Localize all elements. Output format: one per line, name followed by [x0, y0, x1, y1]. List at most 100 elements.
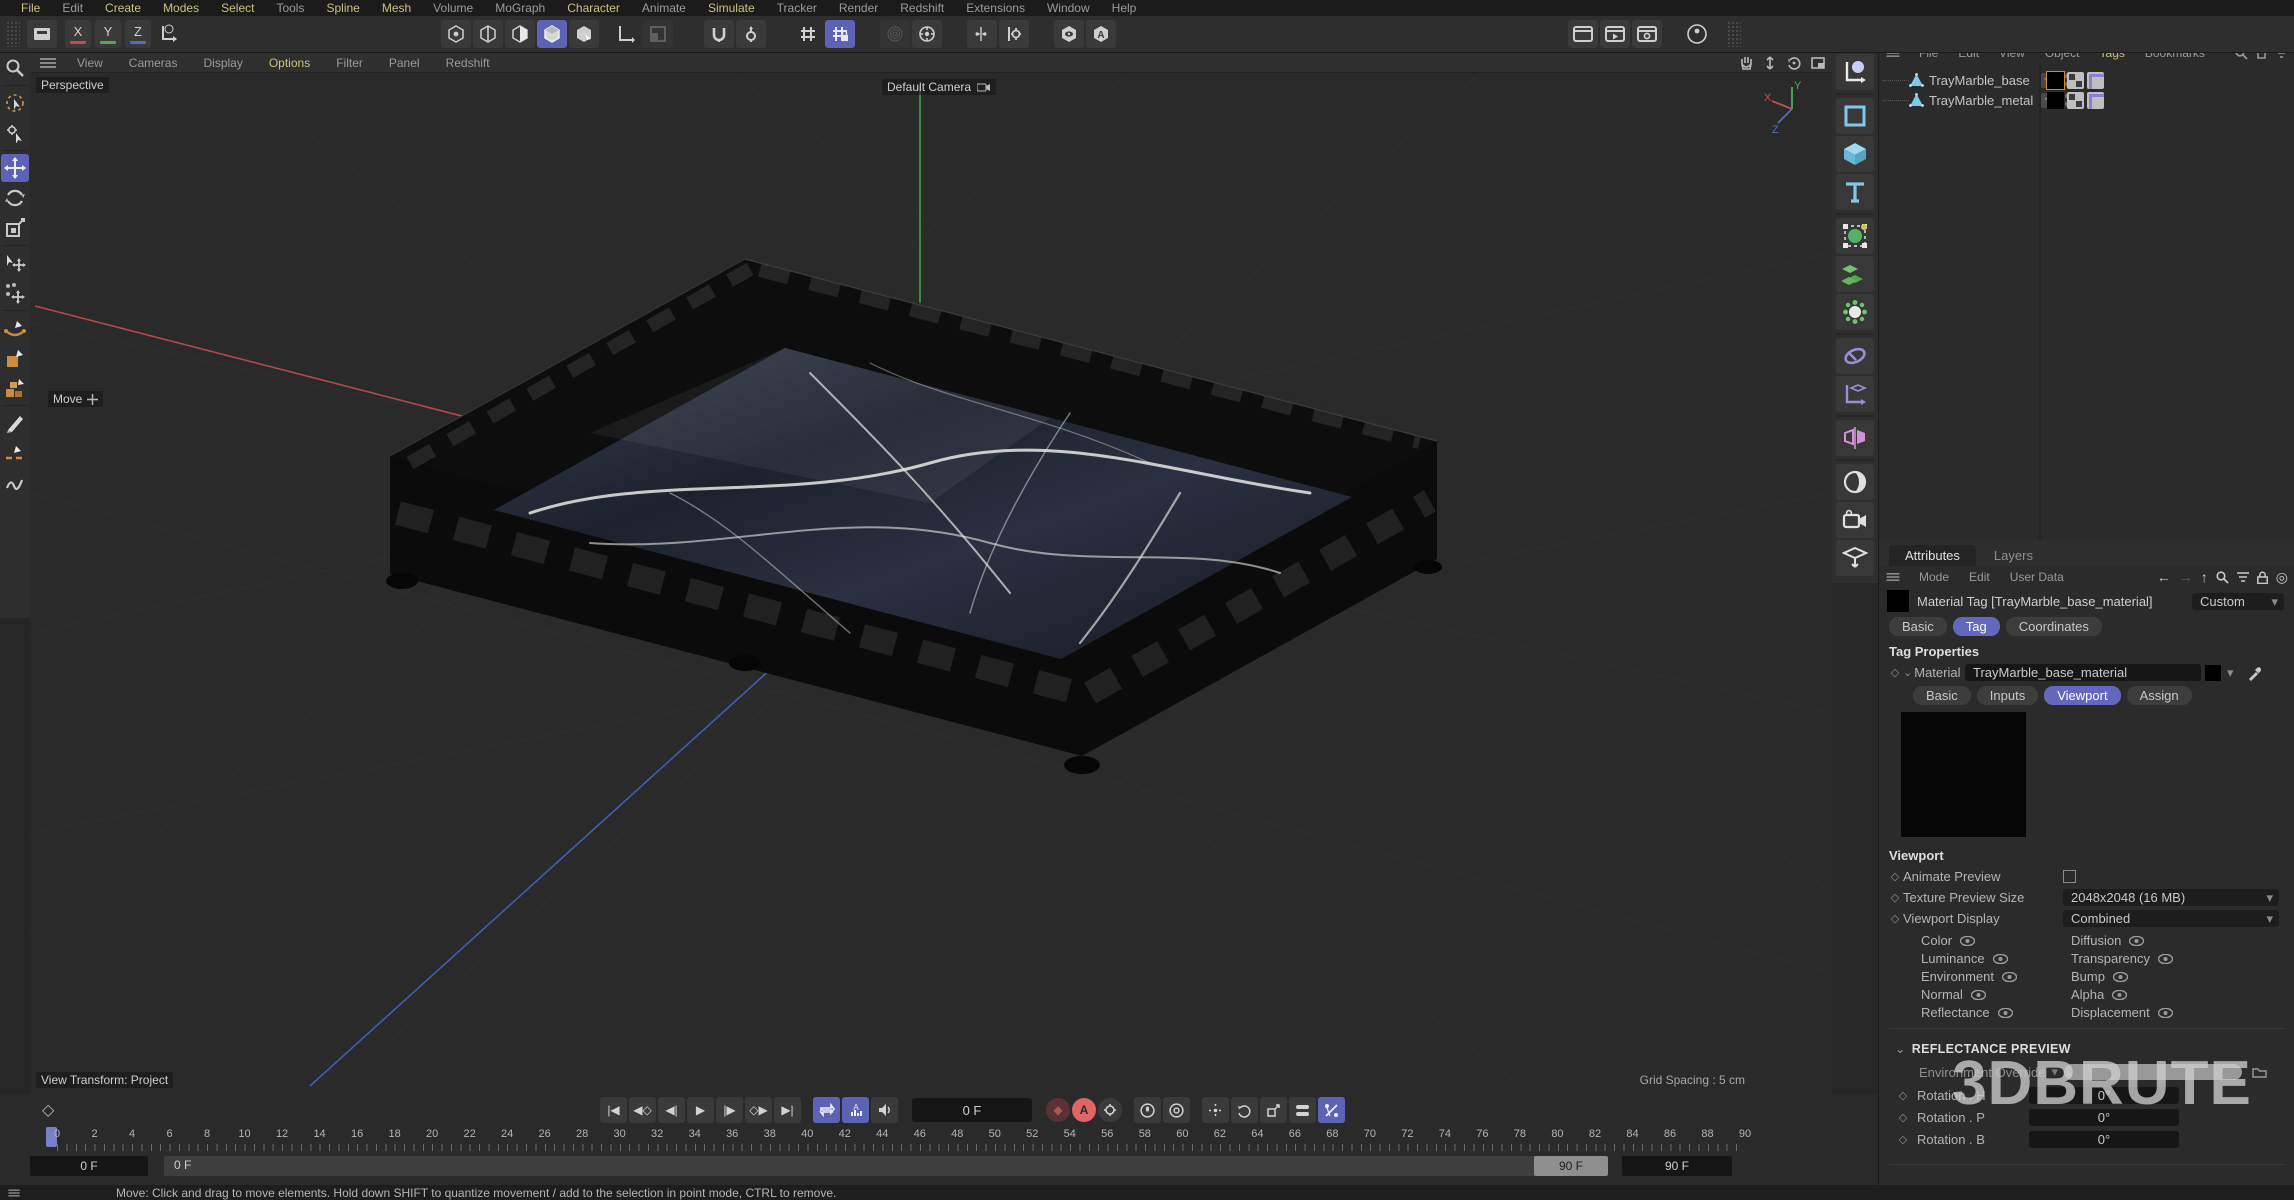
fields-icon[interactable]	[1836, 294, 1874, 330]
timeline-ruler[interactable]: 0246810121416182022242628303234363840424…	[0, 1126, 1878, 1154]
object-row-traymarble-metal[interactable]: TrayMarble_metal	[1879, 90, 2294, 110]
rotate-tool-icon[interactable]	[1, 184, 29, 212]
record-pla-toggle[interactable]	[1318, 1097, 1345, 1123]
tweak-tool-icon[interactable]	[1, 119, 29, 147]
menu-simulate[interactable]: Simulate	[697, 0, 766, 16]
range-end-field[interactable]: 90 F	[1622, 1156, 1732, 1176]
next-key-button[interactable]: ◇▶	[745, 1097, 772, 1123]
interactive-render-icon[interactable]	[1682, 20, 1712, 48]
save-icon[interactable]	[27, 20, 57, 48]
current-frame-field[interactable]: 0 F	[912, 1098, 1032, 1122]
live-selection-tool-icon[interactable]	[1, 89, 29, 117]
folder-icon[interactable]	[2252, 1066, 2267, 1078]
prev-key-button[interactable]: ◀◇	[629, 1097, 656, 1123]
eye-icon[interactable]	[1971, 990, 1986, 1000]
menu-character[interactable]: Character	[556, 0, 631, 16]
tab-mat-assign[interactable]: Assign	[2127, 686, 2192, 705]
dolly-view-icon[interactable]	[1760, 55, 1780, 71]
parent-up-icon[interactable]: ↑	[2201, 569, 2208, 585]
keyframe-diamond-icon[interactable]: ◇	[1887, 666, 1903, 679]
points-mode-icon[interactable]	[441, 20, 471, 48]
sky-object-icon[interactable]	[1836, 464, 1874, 500]
axis-lock-y-button[interactable]: Y	[95, 20, 121, 48]
material-preview[interactable]	[1901, 712, 2026, 837]
eye-icon[interactable]	[2158, 1008, 2173, 1018]
viewport-display-dropdown[interactable]: Combined	[2063, 910, 2279, 927]
object-name[interactable]: TrayMarble_base	[1929, 73, 2037, 88]
tab-basic[interactable]: Basic	[1889, 617, 1947, 636]
menu-modes[interactable]: Modes	[152, 0, 210, 16]
tab-mat-viewport[interactable]: Viewport	[2044, 686, 2120, 705]
eyedropper-icon[interactable]	[2247, 665, 2263, 681]
sound-button[interactable]	[871, 1097, 898, 1123]
material-dropdown-arrow[interactable]: ▾	[2227, 665, 2234, 681]
spline-pen-tool-icon[interactable]	[1, 314, 29, 342]
transform-tool-icon[interactable]	[1, 249, 29, 277]
orbit-view-icon[interactable]	[1784, 55, 1804, 71]
play-button[interactable]: ▶	[687, 1097, 714, 1123]
record-parameter-toggle[interactable]	[1289, 1097, 1316, 1123]
scale-tool-icon[interactable]	[1, 214, 29, 242]
rotation-b-input[interactable]: 0°	[2029, 1131, 2179, 1148]
object-name[interactable]: TrayMarble_metal	[1929, 93, 2037, 108]
snap-settings-icon[interactable]	[736, 20, 766, 48]
symmetry-settings-icon[interactable]	[999, 20, 1029, 48]
workplane-icon[interactable]	[643, 20, 673, 48]
polygons-mode-icon[interactable]	[505, 20, 535, 48]
menu-redshift[interactable]: Redshift	[889, 0, 955, 16]
pan-view-icon[interactable]	[1736, 55, 1756, 71]
axis-lock-x-button[interactable]: X	[65, 20, 91, 48]
phong-tag-icon[interactable]	[2067, 92, 2084, 109]
record-scale-toggle[interactable]	[1260, 1097, 1287, 1123]
goto-start-button[interactable]: |◀	[600, 1097, 627, 1123]
menu-render[interactable]: Render	[828, 0, 889, 16]
eye-icon[interactable]	[2158, 954, 2173, 964]
soft-selection-icon[interactable]	[880, 20, 910, 48]
camera-object-icon[interactable]	[1836, 502, 1874, 538]
eye-icon[interactable]	[1998, 1008, 2013, 1018]
eye-icon[interactable]	[2113, 972, 2128, 982]
object-list[interactable]: TrayMarble_base TrayMarble_metal	[1879, 64, 2294, 540]
toggle-panel-layout-icon[interactable]	[1808, 55, 1828, 71]
am-menu-userdata[interactable]: User Data	[2000, 570, 2074, 584]
toolbar-drag-handle[interactable]	[6, 21, 20, 47]
object-mode-icon[interactable]	[569, 20, 599, 48]
menu-volume[interactable]: Volume	[422, 0, 484, 16]
keyframe-settings-button[interactable]	[1098, 1098, 1122, 1122]
play-mode-loop-button[interactable]	[813, 1097, 840, 1123]
phong-tag-icon[interactable]	[2067, 72, 2084, 89]
am-menu-mode[interactable]: Mode	[1909, 570, 1959, 584]
material-tag[interactable]	[2047, 92, 2064, 109]
subdivision-surface-icon[interactable]	[1836, 218, 1874, 254]
cube-primitive-icon[interactable]	[1836, 136, 1874, 172]
quantize-lock-icon[interactable]	[825, 20, 855, 48]
preset-dropdown[interactable]: Custom	[2192, 593, 2284, 610]
tab-tag[interactable]: Tag	[1953, 617, 2000, 636]
menu-help[interactable]: Help	[1101, 0, 1148, 16]
tab-layers[interactable]: Layers	[1978, 545, 2049, 566]
material-tag-selected[interactable]	[2047, 72, 2064, 89]
object-row-traymarble-base[interactable]: TrayMarble_base	[1879, 70, 2294, 90]
range-slider[interactable]: 0 F 90 F	[164, 1156, 1608, 1176]
menu-select[interactable]: Select	[210, 0, 265, 16]
eye-icon[interactable]	[2002, 972, 2017, 982]
eye-icon[interactable]	[1960, 936, 1975, 946]
quantize-icon[interactable]	[793, 20, 823, 48]
viewport-canvas[interactable]	[30, 73, 1832, 1094]
record-rotation-toggle[interactable]	[1231, 1097, 1258, 1123]
render-settings-icon[interactable]	[1632, 20, 1662, 48]
history-back-icon[interactable]: ←	[2157, 569, 2171, 585]
volume-builder-icon[interactable]	[1836, 256, 1874, 292]
prev-frame-button[interactable]: ◀|	[658, 1097, 685, 1123]
attribute-menu-icon[interactable]	[1887, 573, 1900, 581]
render-to-picture-viewer-icon[interactable]	[1600, 20, 1630, 48]
vp-menu-options[interactable]: Options	[256, 56, 323, 70]
auto-mode-icon[interactable]: A	[1086, 20, 1116, 48]
uv-tag-icon[interactable]	[2087, 92, 2104, 109]
bend-deformer-icon[interactable]	[1836, 338, 1874, 374]
coordinate-system-icon[interactable]	[154, 20, 184, 48]
snap-icon[interactable]	[704, 20, 734, 48]
record-position-toggle[interactable]	[1202, 1097, 1229, 1123]
menu-mograph[interactable]: MoGraph	[484, 0, 556, 16]
range-start-field[interactable]: 0 F	[30, 1156, 148, 1176]
